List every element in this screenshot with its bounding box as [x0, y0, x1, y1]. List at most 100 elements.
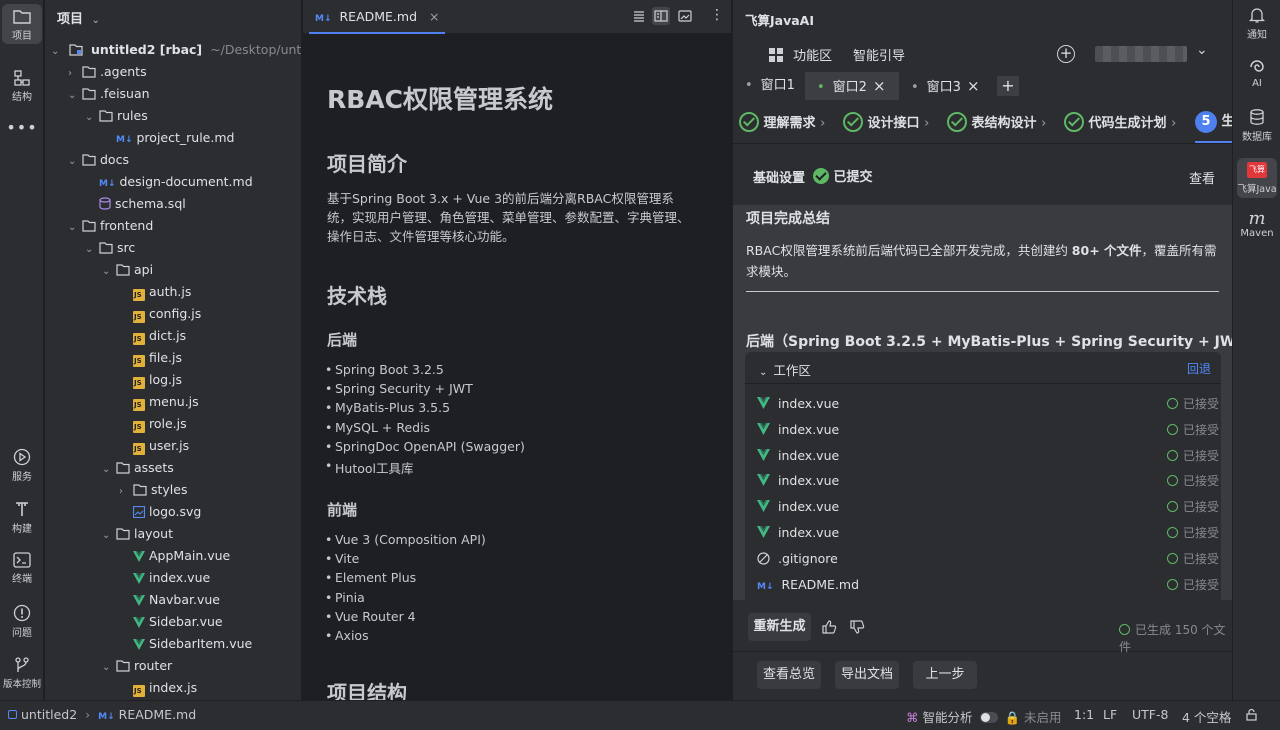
add-circle-icon[interactable]: +	[1057, 45, 1075, 63]
step-4[interactable]: 代码生成计划 ›	[1064, 112, 1176, 132]
close-icon[interactable]: ×	[873, 77, 886, 95]
tree-folder[interactable]: › .agents	[68, 61, 147, 83]
rollback-link[interactable]: 回退	[1187, 360, 1211, 377]
workspace-file-row[interactable]: index.vue 已接受	[757, 445, 1219, 467]
overview-button[interactable]: 查看总览	[757, 661, 821, 689]
tree-folder[interactable]: ⌄ docs	[68, 149, 129, 171]
step-2[interactable]: 设计接口 ›	[843, 112, 929, 132]
grid-icon	[769, 48, 783, 62]
workspace-file-row[interactable]: index.vue 已接受	[757, 470, 1219, 492]
tree-file[interactable]: SidebarItem.vue	[119, 633, 252, 655]
add-window-button[interactable]: +	[997, 76, 1019, 96]
workspace-header[interactable]: ⌄ 工作区	[759, 360, 811, 379]
previous-step-button[interactable]: 上一步	[913, 661, 977, 689]
breadcrumb-project[interactable]: untitled2	[21, 707, 77, 722]
chevron-down-icon[interactable]: ⌄	[1196, 42, 1208, 58]
window-tab-1[interactable]: • 窗口1	[745, 72, 795, 100]
tool-problems[interactable]: 问题	[2, 604, 42, 644]
workspace-file-row[interactable]: index.vue 已接受	[757, 522, 1219, 544]
workspace-file-row[interactable]: index.vue 已接受	[757, 496, 1219, 518]
tree-folder[interactable]: ⌄ src	[85, 237, 135, 259]
summary-title: 项目完成总结	[746, 211, 830, 227]
tree-file[interactable]: JS auth.js	[119, 281, 191, 303]
close-icon[interactable]: ×	[967, 77, 980, 95]
file-encoding[interactable]: UTF-8	[1132, 707, 1168, 722]
tree-file[interactable]: M↓ design-document.md	[85, 171, 253, 193]
tree-file[interactable]: Navbar.vue	[119, 589, 220, 611]
project-header[interactable]: 项目 ⌄	[57, 8, 100, 27]
tree-file[interactable]: JS log.js	[119, 369, 182, 391]
tree-file[interactable]: JS dict.js	[119, 325, 186, 347]
step-1[interactable]: 理解需求 ›	[739, 112, 825, 132]
tool-vcs[interactable]: 版本控制	[2, 656, 42, 696]
tree-file[interactable]: AppMain.vue	[119, 545, 230, 567]
tab-feature-area[interactable]: 功能区	[769, 45, 832, 64]
window-tab-2[interactable]: • 窗口2 ×	[805, 72, 899, 100]
markdown-icon: M↓	[757, 581, 774, 592]
breadcrumb[interactable]: untitled2 › M↓ README.md	[8, 707, 196, 722]
thumbs-up-icon[interactable]	[821, 619, 837, 638]
workspace-file-row[interactable]: .gitignore 已接受	[757, 548, 1219, 570]
cursor-position[interactable]: 1:1	[1074, 707, 1094, 722]
editor-split-view-icon[interactable]	[652, 7, 670, 25]
thumbs-down-icon[interactable]	[849, 619, 865, 638]
editor-tab-readme[interactable]: M↓ README.md ×	[309, 0, 446, 34]
breadcrumb-file[interactable]: README.md	[119, 707, 197, 722]
tree-file[interactable]: M↓ project_rule.md	[102, 127, 234, 149]
tree-file[interactable]: JS user.js	[119, 435, 189, 457]
more-vertical-icon[interactable]: ⋮	[710, 7, 724, 23]
tree-folder[interactable]: › styles	[119, 479, 188, 501]
tree-file[interactable]: JS config.js	[119, 303, 201, 325]
right-tool-strip: 通知 AI 数据库 飞算 飞算Java m Maven	[1232, 0, 1280, 700]
view-button[interactable]: 查看	[1189, 168, 1215, 187]
tree-file[interactable]: JS menu.js	[119, 391, 199, 413]
tree-file[interactable]: schema.sql	[85, 193, 186, 215]
tool-ai[interactable]: AI	[1237, 58, 1277, 98]
tool-database[interactable]: 数据库	[1237, 108, 1277, 148]
tree-folder[interactable]: ⌄ rules	[85, 105, 148, 127]
tool-project[interactable]: 项目	[2, 4, 42, 44]
more-icon[interactable]: •••	[2, 118, 42, 138]
tree-folder[interactable]: ⌄ api	[102, 259, 153, 281]
vue-file-icon	[757, 422, 770, 435]
tool-notifications[interactable]: 通知	[1237, 6, 1277, 46]
tree-file[interactable]: logo.svg	[119, 501, 201, 523]
tree-file[interactable]: index.vue	[119, 567, 210, 589]
tree-folder[interactable]: ⌄ .feisuan	[68, 83, 150, 105]
tree-label: .feisuan	[100, 86, 150, 101]
tree-folder[interactable]: ⌄ assets	[102, 457, 174, 479]
tree-file[interactable]: JS index.js	[119, 677, 197, 699]
tab-smart-guide[interactable]: 智能引导	[853, 45, 905, 64]
tree-folder[interactable]: ⌄ layout	[102, 523, 173, 545]
tool-feisuan-java[interactable]: 飞算 飞算Java	[1237, 158, 1277, 198]
editor-preview-icon[interactable]	[678, 9, 692, 26]
workspace-file-row[interactable]: index.vue 已接受	[757, 419, 1219, 441]
tree-file[interactable]: JS file.js	[119, 347, 182, 369]
tree-file[interactable]: JS role.js	[119, 413, 187, 435]
workspace-file-row[interactable]: index.vue 已接受	[757, 393, 1219, 415]
workspace-file-row[interactable]: M↓ README.md 已接受	[757, 574, 1219, 596]
readonly-lock-icon[interactable]	[1245, 708, 1258, 724]
close-icon[interactable]: ×	[429, 9, 439, 24]
line-separator[interactable]: LF	[1103, 707, 1117, 722]
indent-setting[interactable]: 4 个空格	[1182, 707, 1231, 726]
tree-folder[interactable]: ⌄ router	[102, 655, 172, 677]
avatar[interactable]	[1095, 46, 1187, 62]
toggle-switch[interactable]	[980, 712, 999, 723]
tree-root[interactable]: ⌄ untitled2 [rbac] ~/Desktop/untitled2	[51, 39, 301, 61]
step-5[interactable]: 5 生	[1195, 110, 1232, 133]
tool-maven[interactable]: m Maven	[1237, 210, 1277, 250]
window-tab-3[interactable]: • 窗口3 ×	[911, 72, 980, 100]
tree-folder[interactable]: ⌄ frontend	[68, 215, 153, 237]
export-doc-button[interactable]: 导出文档	[835, 661, 899, 689]
tool-build[interactable]: 构建	[2, 500, 42, 540]
step-3[interactable]: 表结构设计 ›	[947, 112, 1046, 132]
editor-code-view-icon[interactable]	[632, 9, 646, 26]
regenerate-button[interactable]: 重新生成	[748, 613, 811, 641]
tree-file[interactable]: Sidebar.vue	[119, 611, 223, 633]
tool-structure[interactable]: 结构	[2, 66, 42, 106]
smart-analysis[interactable]: ⌘ 智能分析 🔒 未启用	[906, 707, 1062, 726]
tool-terminal[interactable]: 终端	[2, 552, 42, 592]
tool-services[interactable]: 服务	[2, 448, 42, 488]
step-label: 表结构设计	[971, 116, 1037, 131]
